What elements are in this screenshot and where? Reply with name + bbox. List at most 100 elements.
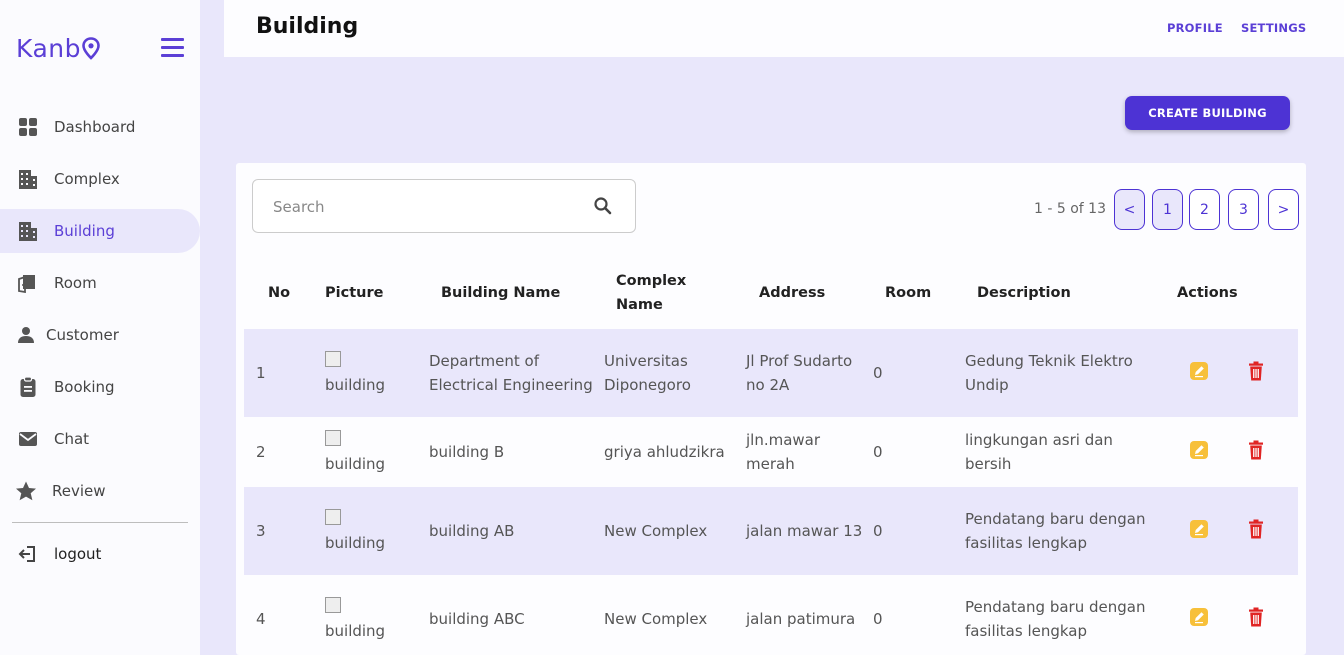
- sidebar-item-label: Building: [54, 222, 115, 240]
- broken-image-icon: [325, 597, 341, 613]
- edit-icon[interactable]: [1187, 605, 1211, 629]
- cell-picture: building: [313, 329, 418, 417]
- create-building-button[interactable]: CREATE BUILDING: [1125, 96, 1290, 130]
- logout-icon: [16, 542, 40, 566]
- column-header-no[interactable]: No: [244, 257, 313, 329]
- cell-room: 0: [873, 443, 883, 461]
- cell-complex-name: griya ahludzikra: [604, 443, 725, 461]
- sidebar-item-review[interactable]: Review: [0, 465, 200, 517]
- cell-actions: [1163, 487, 1298, 575]
- page-button-2[interactable]: 2: [1189, 189, 1220, 230]
- sidebar-item-customer[interactable]: Customer: [0, 309, 200, 361]
- sidebar-item-label: Dashboard: [54, 118, 136, 136]
- delete-icon[interactable]: [1244, 605, 1268, 629]
- cell-room: 0: [873, 610, 883, 628]
- column-header-actions: Actions: [1177, 285, 1238, 301]
- sidebar-item-label: Review: [52, 482, 106, 500]
- edit-icon[interactable]: [1187, 438, 1211, 462]
- sidebar: Kanb Dashboard Complex Building Room Cus…: [0, 0, 200, 655]
- column-header-building-name[interactable]: Building Name: [418, 257, 593, 329]
- column-header-picture[interactable]: Picture: [313, 257, 418, 329]
- profile-link[interactable]: PROFILE: [1167, 21, 1223, 35]
- cell-no: 3: [244, 487, 313, 575]
- cell-actions: [1163, 417, 1298, 487]
- cell-no: 1: [244, 329, 313, 417]
- sidebar-item-chat[interactable]: Chat: [0, 413, 200, 465]
- search-box: [252, 179, 636, 233]
- sidebar-item-logout[interactable]: logout: [0, 541, 200, 567]
- broken-image-icon: [325, 509, 341, 525]
- building-table: No Picture Building Name Complex Name Ad…: [244, 257, 1298, 655]
- chevron-right-icon: >: [1277, 201, 1290, 218]
- next-page-button[interactable]: >: [1268, 189, 1299, 230]
- prev-page-button[interactable]: <: [1114, 189, 1145, 230]
- cell-picture: building: [313, 417, 418, 487]
- cell-building-name: building AB: [418, 487, 593, 575]
- search-icon[interactable]: [593, 196, 613, 220]
- sidebar-item-label: Customer: [46, 326, 119, 344]
- edit-icon[interactable]: [1187, 359, 1211, 383]
- building-icon: [16, 219, 40, 243]
- settings-link[interactable]: SETTINGS: [1241, 21, 1306, 35]
- cell-no: 2: [256, 443, 266, 461]
- table-row[interactable]: 2 building building B griya ahludzikra j…: [244, 417, 1298, 487]
- sidebar-item-label: logout: [54, 545, 102, 563]
- sidebar-item-building[interactable]: Building: [0, 209, 200, 253]
- building-picture: building: [325, 507, 418, 555]
- page-button-1[interactable]: 1: [1152, 189, 1183, 230]
- cell-building-name: building B: [429, 443, 505, 461]
- sidebar-item-dashboard[interactable]: Dashboard: [0, 101, 200, 153]
- cell-no: 4: [256, 610, 266, 628]
- pagination-info: 1 - 5 of 13: [1034, 201, 1106, 217]
- cell-address: Jl Prof Sudarto no 2A: [735, 329, 871, 417]
- edit-icon[interactable]: [1187, 517, 1211, 541]
- dashboard-icon: [16, 115, 40, 139]
- cell-description: lingkungan asri dan bersih: [965, 431, 1113, 473]
- sidebar-divider: [12, 522, 188, 523]
- cell-address: jln.mawar merah: [746, 431, 821, 473]
- location-pin-icon: [82, 36, 100, 60]
- table-row[interactable]: 4 building building ABC New Complex jala…: [244, 575, 1298, 655]
- table-row[interactable]: 1 building Department of Electrical Engi…: [244, 329, 1298, 417]
- column-header-complex-name[interactable]: Complex Name: [593, 257, 735, 329]
- building-picture: building: [325, 349, 418, 397]
- building-table-card: 1 - 5 of 13 < 1 2 3 > No Picture Buildin…: [236, 163, 1306, 655]
- cell-complex-name: Universitas Diponegoro: [593, 329, 735, 417]
- delete-icon[interactable]: [1244, 359, 1268, 383]
- brand-logo[interactable]: Kanb: [16, 34, 100, 63]
- cell-actions: [1163, 575, 1298, 655]
- cell-building-name: Department of Electrical Engineering: [418, 329, 593, 417]
- cell-building-name: building ABC: [429, 610, 525, 628]
- delete-icon[interactable]: [1244, 517, 1268, 541]
- page-button-3[interactable]: 3: [1228, 189, 1259, 230]
- menu-toggle-button[interactable]: [161, 38, 184, 60]
- cell-complex-name: New Complex: [604, 610, 708, 628]
- table-row[interactable]: 3 building building AB New Complex jalan…: [244, 487, 1298, 575]
- sidebar-item-label: Booking: [54, 378, 115, 396]
- column-header-room[interactable]: Room: [871, 257, 963, 329]
- cell-address: jalan patimura: [746, 610, 856, 628]
- top-header: Building PROFILE SETTINGS: [224, 0, 1344, 57]
- door-icon: [16, 271, 40, 295]
- search-input[interactable]: [273, 195, 573, 219]
- column-header-address[interactable]: Address: [735, 257, 871, 329]
- cell-complex-name: New Complex: [593, 487, 735, 575]
- mail-icon: [16, 427, 40, 451]
- column-header-description[interactable]: Description: [963, 257, 1163, 329]
- cell-description: Pendatang baru dengan fasilitas lengkap: [965, 598, 1146, 640]
- sidebar-item-complex[interactable]: Complex: [0, 153, 200, 205]
- sidebar-item-booking[interactable]: Booking: [0, 361, 200, 413]
- sidebar-item-label: Chat: [54, 430, 90, 448]
- building-picture: building: [325, 595, 418, 643]
- star-icon: [14, 479, 38, 503]
- sidebar-item-label: Room: [54, 274, 97, 292]
- cell-room: 0: [871, 487, 963, 575]
- cell-address: jalan mawar 13: [735, 487, 871, 575]
- delete-icon[interactable]: [1244, 438, 1268, 462]
- sidebar-item-room[interactable]: Room: [0, 257, 200, 309]
- chevron-left-icon: <: [1123, 201, 1136, 218]
- building-picture: building: [325, 428, 418, 476]
- table-header-row: No Picture Building Name Complex Name Ad…: [244, 257, 1298, 329]
- cell-description: Pendatang baru dengan fasilitas lengkap: [963, 487, 1163, 575]
- building-icon: [16, 167, 40, 191]
